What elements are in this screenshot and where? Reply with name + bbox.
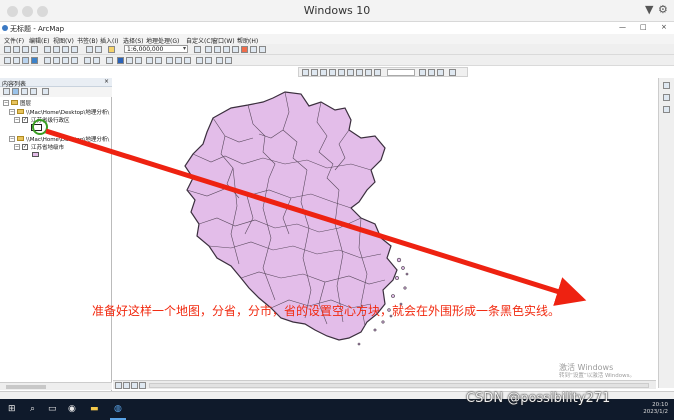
annotation-caption: 准备好这样一个地图，分省，分市，省的设置空心方块，就会在外围形成一条黑色实线。 [92,304,561,318]
csdn-watermark: CSDN @possibility271 [466,391,611,406]
annotation-overlay [32,119,587,306]
annotation-arrow [45,128,587,306]
screen: Windows 10 ▼ ⚙ 无标题 - ArcMap — □ × 文件(F) … [0,0,674,420]
highlight-circle [32,119,48,135]
